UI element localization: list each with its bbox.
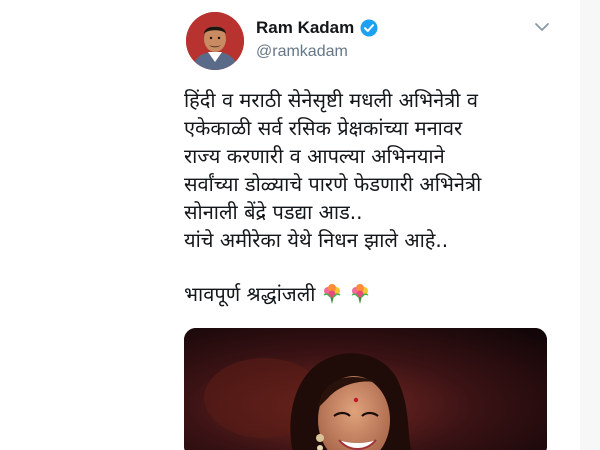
right-background [580, 0, 600, 450]
bouquet-icon [349, 283, 371, 305]
tweet-text-line: एकेकाळी सर्व रसिक प्रेक्षकांच्या मनावर [184, 116, 463, 140]
bouquet-icon [321, 283, 343, 305]
tweet-text-line: सर्वांच्या डोळ्याचे पारणे फेडणारी अभिनेत… [184, 172, 482, 196]
left-background [0, 0, 172, 450]
avatar[interactable] [186, 12, 244, 70]
actress-photo-icon [184, 328, 547, 450]
tweet-text-line: यांचे अमीरेका येथे निधन झाले आहे.. [184, 228, 449, 252]
profile-photo-icon [186, 12, 244, 70]
tweet-media-image[interactable] [184, 328, 547, 450]
tweet-text-line: हिंदी व मराठी सेनेसृष्टी मधली अभिनेत्री … [184, 88, 478, 112]
author-block: Ram Kadam @ramkadam [256, 18, 378, 61]
tweet-text-line: राज्य करणारी व आपल्या अभिनयाने [184, 144, 445, 168]
tweet-text-line: सोनाली बेंद्रे पडद्या आड.. [184, 200, 363, 224]
tweet-text: हिंदी व मराठी सेनेसृष्टी मधली अभिनेत्री … [184, 86, 576, 308]
tribute-line: भावपूर्ण श्रद्धांजली [184, 280, 576, 308]
handle[interactable]: @ramkadam [256, 43, 378, 61]
tweet-card: Ram Kadam @ramkadam हिंदी व मराठी सेनेसृ… [172, 0, 580, 450]
tribute-text: भावपूर्ण श्रद्धांजली [184, 282, 316, 306]
twitter-page: Ram Kadam @ramkadam हिंदी व मराठी सेनेसृ… [0, 0, 600, 450]
verified-badge-icon [360, 19, 378, 37]
name-row: Ram Kadam [256, 18, 378, 38]
display-name[interactable]: Ram Kadam [256, 18, 354, 38]
chevron-down-icon[interactable] [534, 18, 550, 31]
